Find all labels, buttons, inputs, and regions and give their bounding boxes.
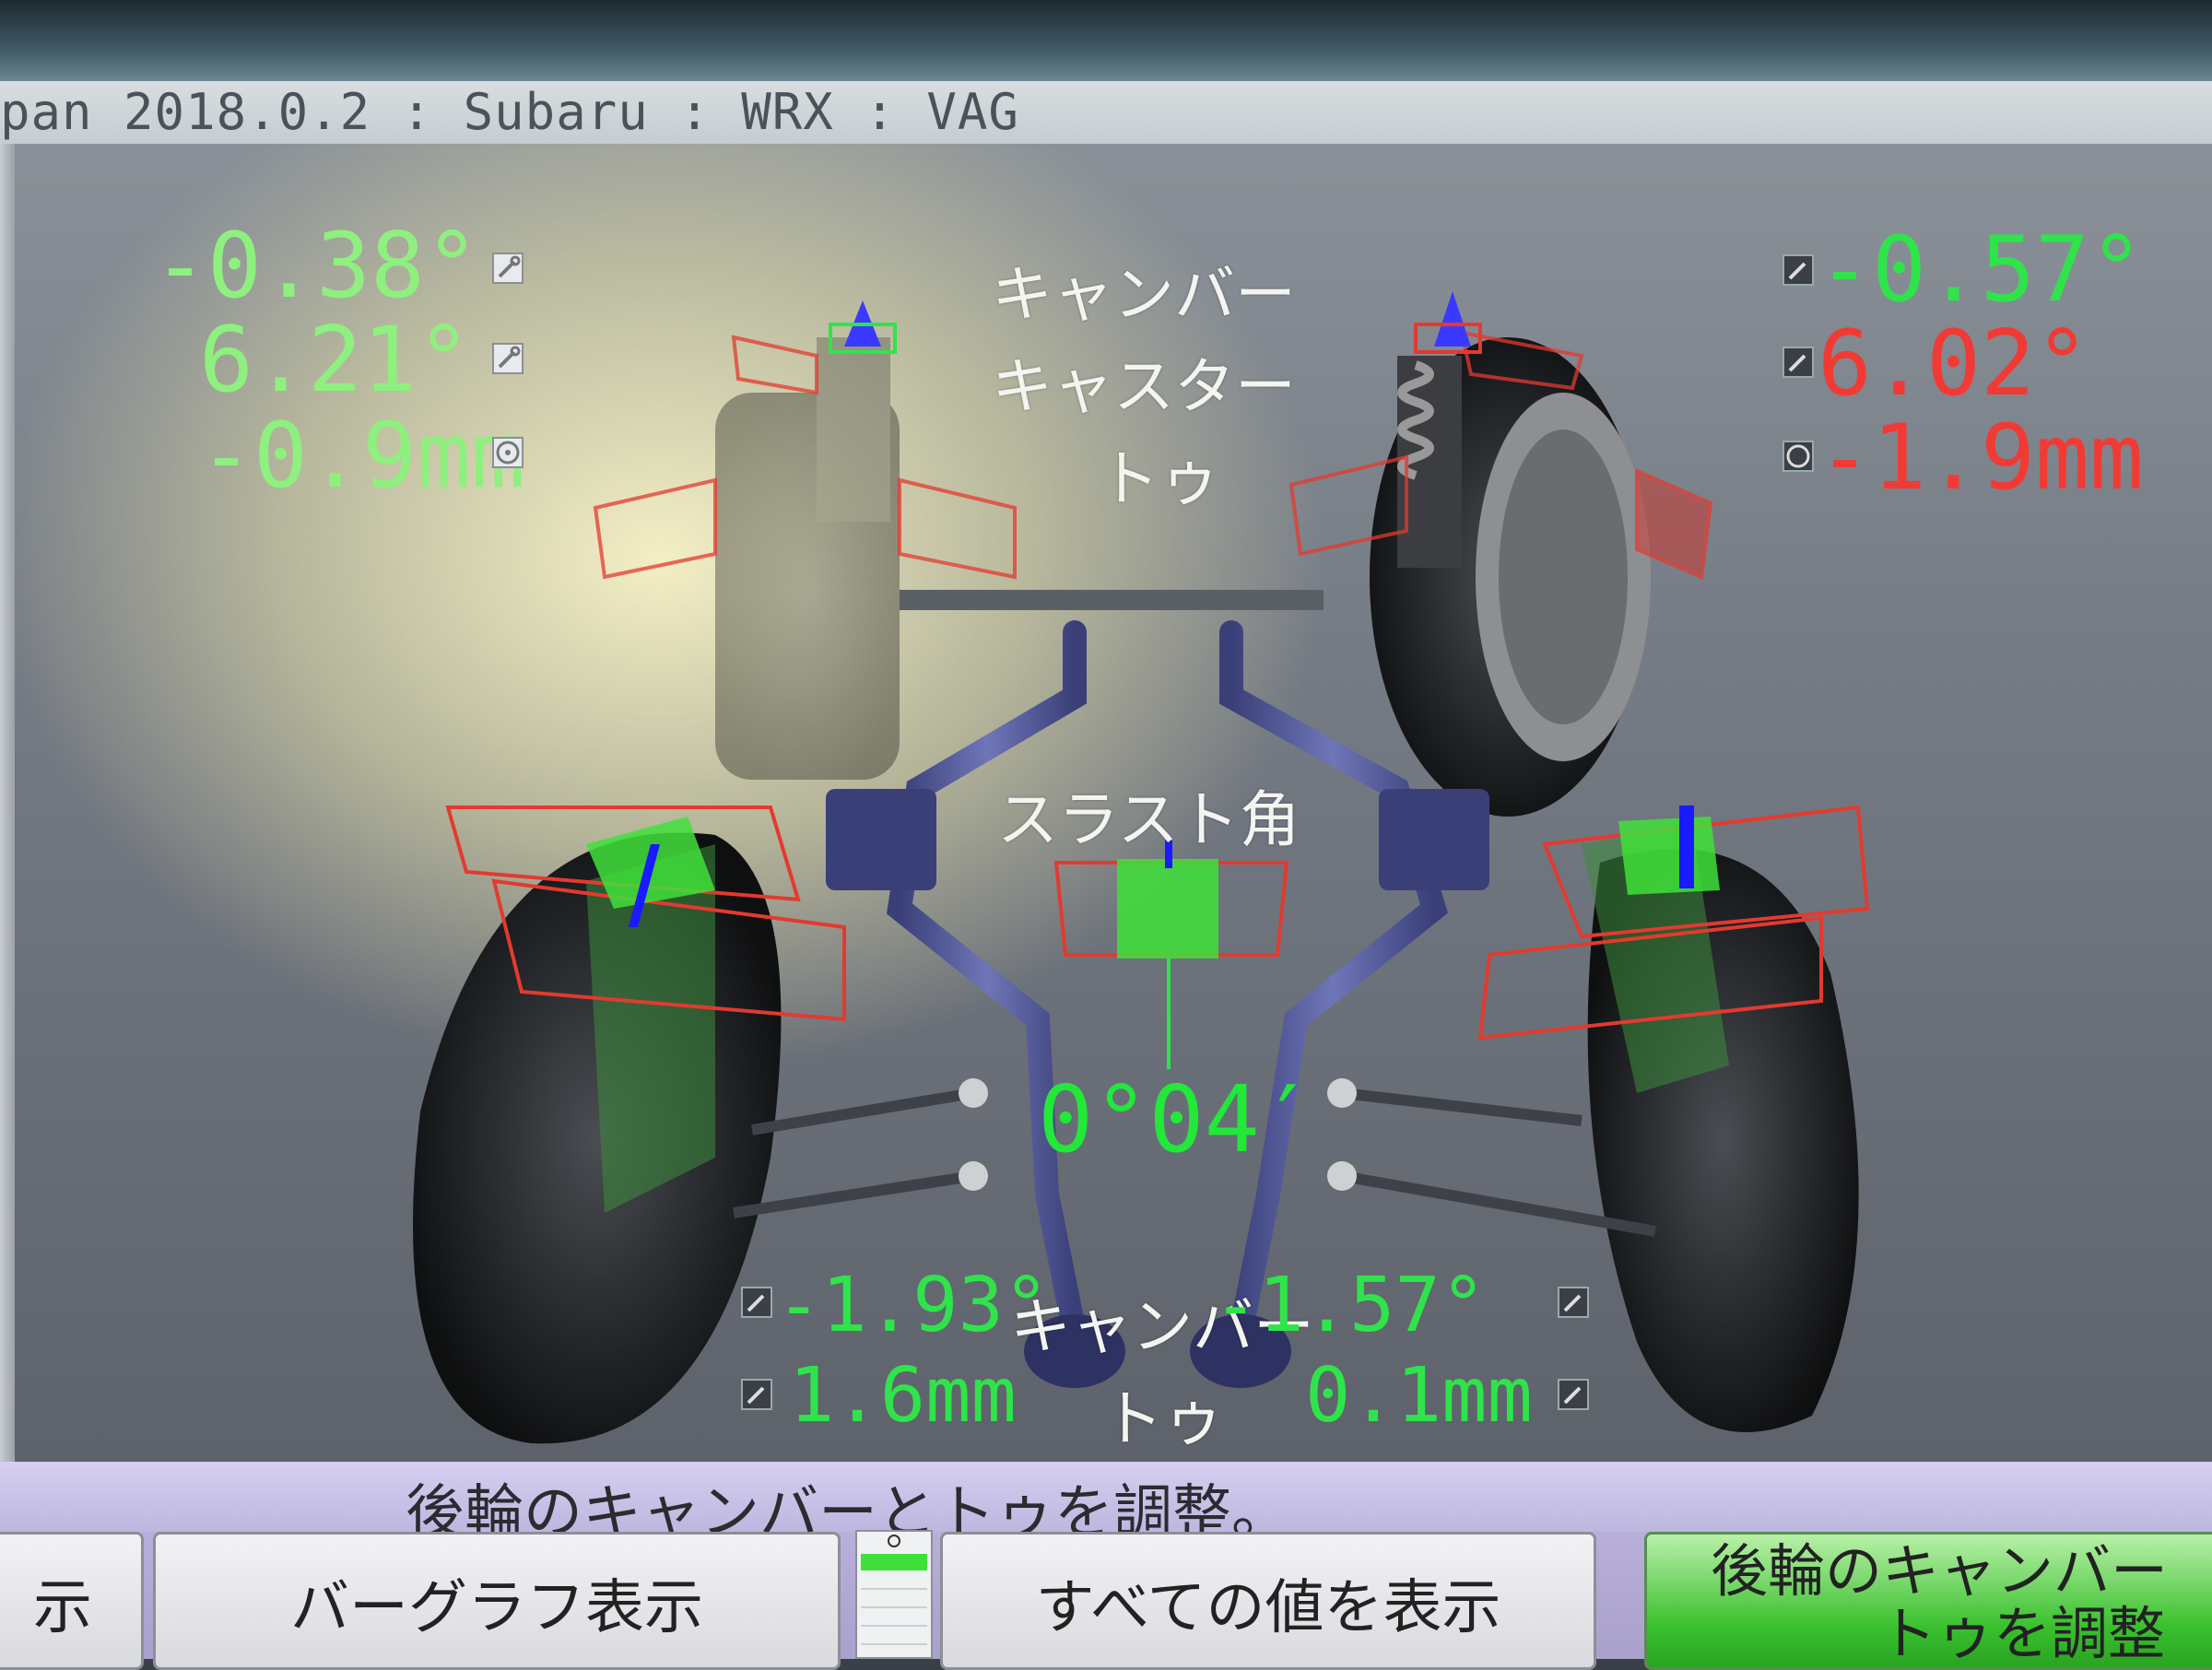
wrench-icon[interactable] <box>741 1287 772 1318</box>
zoom-panel[interactable] <box>855 1530 933 1659</box>
status-bar: 後輪のキャンバーとトゥを調整。 <box>0 1462 2212 1547</box>
thrust-angle-value: 0°04′ <box>1038 1065 1316 1173</box>
rear-right-toe: 0.1mm <box>1305 1352 1533 1440</box>
show-all-values-label: すべての値を表示 <box>1035 1574 1501 1642</box>
wrench-icon[interactable] <box>492 343 524 374</box>
front-left-caster: 6.21° <box>199 308 472 413</box>
rear-left-toe: 1.6mm <box>789 1352 1017 1440</box>
wrench-icon[interactable] <box>1783 347 1814 378</box>
front-caster-label: キャスター <box>992 351 1296 422</box>
adjust-rear-button[interactable]: 後輪のキャンバー トゥを調整 <box>1644 1532 2212 1670</box>
title-bar: pan 2018.0.2 : Subaru : WRX : VAG <box>0 81 2212 147</box>
thrust-angle-label: スラスト角 <box>997 784 1300 855</box>
bar-graph-button-label: バーグラフ表示 <box>290 1574 703 1642</box>
wrench-icon[interactable] <box>492 253 524 284</box>
steering-wheel-icon[interactable] <box>1783 441 1814 472</box>
display-button-label: 示 <box>33 1574 92 1642</box>
rear-toe-label: トゥ <box>1102 1383 1224 1454</box>
left-panel-edge <box>0 144 15 1462</box>
wrench-icon[interactable] <box>1783 254 1814 286</box>
steering-rack <box>900 590 1324 610</box>
display-button-partial[interactable]: 示 <box>0 1532 144 1670</box>
muffler-right <box>1379 789 1489 890</box>
front-toe-label: トゥ <box>1099 443 1220 514</box>
front-left-toe: -0.9mm <box>199 404 526 509</box>
window-title: pan 2018.0.2 : Subaru : WRX : VAG <box>0 83 1019 141</box>
front-right-camber: -0.57° <box>1818 218 2145 323</box>
wrench-icon[interactable] <box>1558 1287 1589 1318</box>
steering-wheel-icon[interactable] <box>492 437 524 468</box>
rear-left-camber: -1.93° <box>776 1262 1050 1349</box>
wrench-icon[interactable] <box>1558 1379 1589 1410</box>
magnifier-icon <box>888 1535 900 1547</box>
front-left-camber: -0.38° <box>153 214 480 319</box>
adjust-rear-label-line1: 後輪のキャンバー <box>1710 1537 2168 1605</box>
front-camber-label: キャンバー <box>992 259 1296 330</box>
alignment-viewport: -0.38° 6.21° -0.9mm キャンバー キャスター トゥ -0.57… <box>15 144 2212 1462</box>
thrust-gauge <box>1053 841 1289 1069</box>
monitor-bezel <box>0 0 2212 83</box>
adjust-rear-label-line2: トゥを調整 <box>1878 1600 2165 1667</box>
wrench-icon[interactable] <box>741 1379 772 1410</box>
front-right-caster: 6.02° <box>1818 312 2090 417</box>
front-right-toe: -1.9mm <box>1818 406 2145 511</box>
front-left-wheel <box>715 337 900 780</box>
bar-graph-button[interactable]: バーグラフ表示 <box>153 1532 841 1670</box>
front-right-wheel <box>1370 337 1651 817</box>
rear-left-wheel <box>413 832 782 1444</box>
show-all-values-button[interactable]: すべての値を表示 <box>940 1532 1596 1670</box>
rear-right-camber: -1.57° <box>1213 1262 1487 1349</box>
muffler-left <box>826 789 936 890</box>
